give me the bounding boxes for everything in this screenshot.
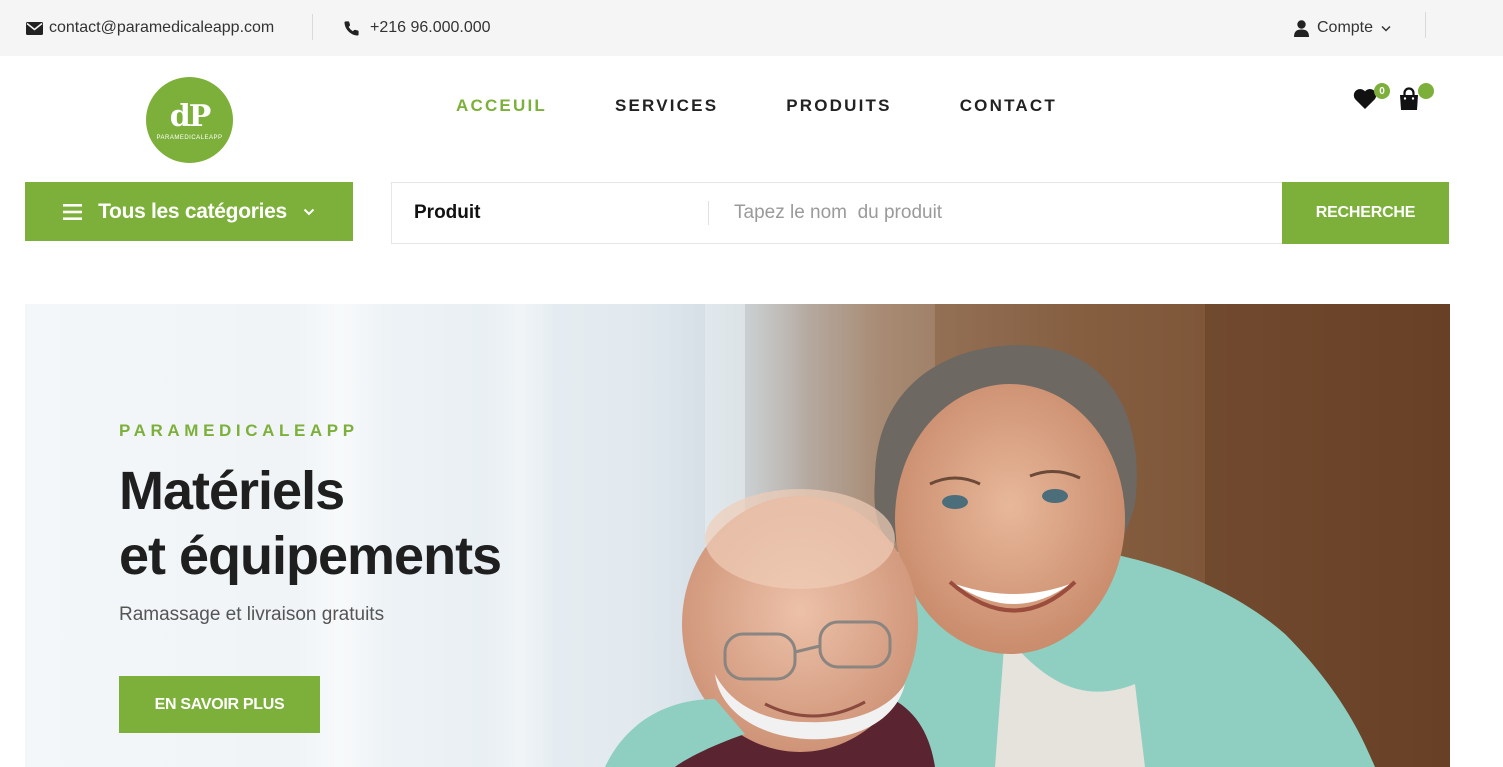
divider <box>708 201 709 225</box>
cart-count-badge <box>1418 83 1434 99</box>
shopping-bag-icon <box>1398 86 1420 116</box>
hero-title: Matériels et équipements <box>119 459 502 589</box>
contact-phone[interactable]: +216 96.000.000 <box>342 0 491 56</box>
hero-subtitle: PARAMEDICALEAPP <box>119 421 359 440</box>
wishlist-count-badge: 0 <box>1374 83 1390 99</box>
all-categories-button[interactable]: Tous les catégories <box>25 182 353 241</box>
nav-item-contact[interactable]: CONTACT <box>960 94 1057 118</box>
top-bar: contact@paramedicaleapp.com +216 96.000.… <box>0 0 1503 56</box>
hamburger-icon <box>63 203 83 220</box>
all-categories-label: Tous les catégories <box>98 199 287 223</box>
user-icon <box>1292 19 1310 37</box>
contact-email[interactable]: contact@paramedicaleapp.com <box>25 0 274 56</box>
search-button[interactable]: RECHERCHE <box>1282 182 1449 244</box>
hero-title-line-1: Matériels <box>119 461 345 521</box>
search-category-select[interactable]: Produit <box>414 183 481 243</box>
logo-name: PARAMEDICALEAPP <box>156 134 223 141</box>
nav-item-acceuil[interactable]: ACCEUIL <box>456 94 547 118</box>
hero-description: Ramassage et livraison gratuits <box>119 604 385 625</box>
chevron-down-icon <box>1381 25 1391 32</box>
divider <box>1425 12 1426 38</box>
nav-item-services[interactable]: SERVICES <box>615 94 718 118</box>
search-bar: Produit RECHERCHE <box>391 182 1449 244</box>
chevron-down-icon <box>303 208 315 216</box>
hero-title-line-2: et équipements <box>119 526 502 586</box>
envelope-icon <box>25 19 43 37</box>
divider <box>312 14 313 40</box>
learn-more-button[interactable]: EN SAVOIR PLUS <box>119 676 320 733</box>
hero-banner: PARAMEDICALEAPP Matériels et équipements… <box>25 304 1450 767</box>
contact-phone-text: +216 96.000.000 <box>370 19 491 36</box>
phone-icon <box>342 19 360 37</box>
nav-item-produits[interactable]: PRODUITS <box>786 94 891 118</box>
account-menu[interactable]: Compte <box>1292 0 1391 56</box>
site-logo[interactable]: dP PARAMEDICALEAPP <box>146 77 233 163</box>
account-label: Compte <box>1317 19 1374 36</box>
search-input[interactable] <box>734 193 1274 233</box>
main-nav: ACCEUIL SERVICES PRODUITS CONTACT <box>456 94 1057 118</box>
logo-mark: dP <box>169 98 212 134</box>
contact-email-text: contact@paramedicaleapp.com <box>49 19 275 36</box>
